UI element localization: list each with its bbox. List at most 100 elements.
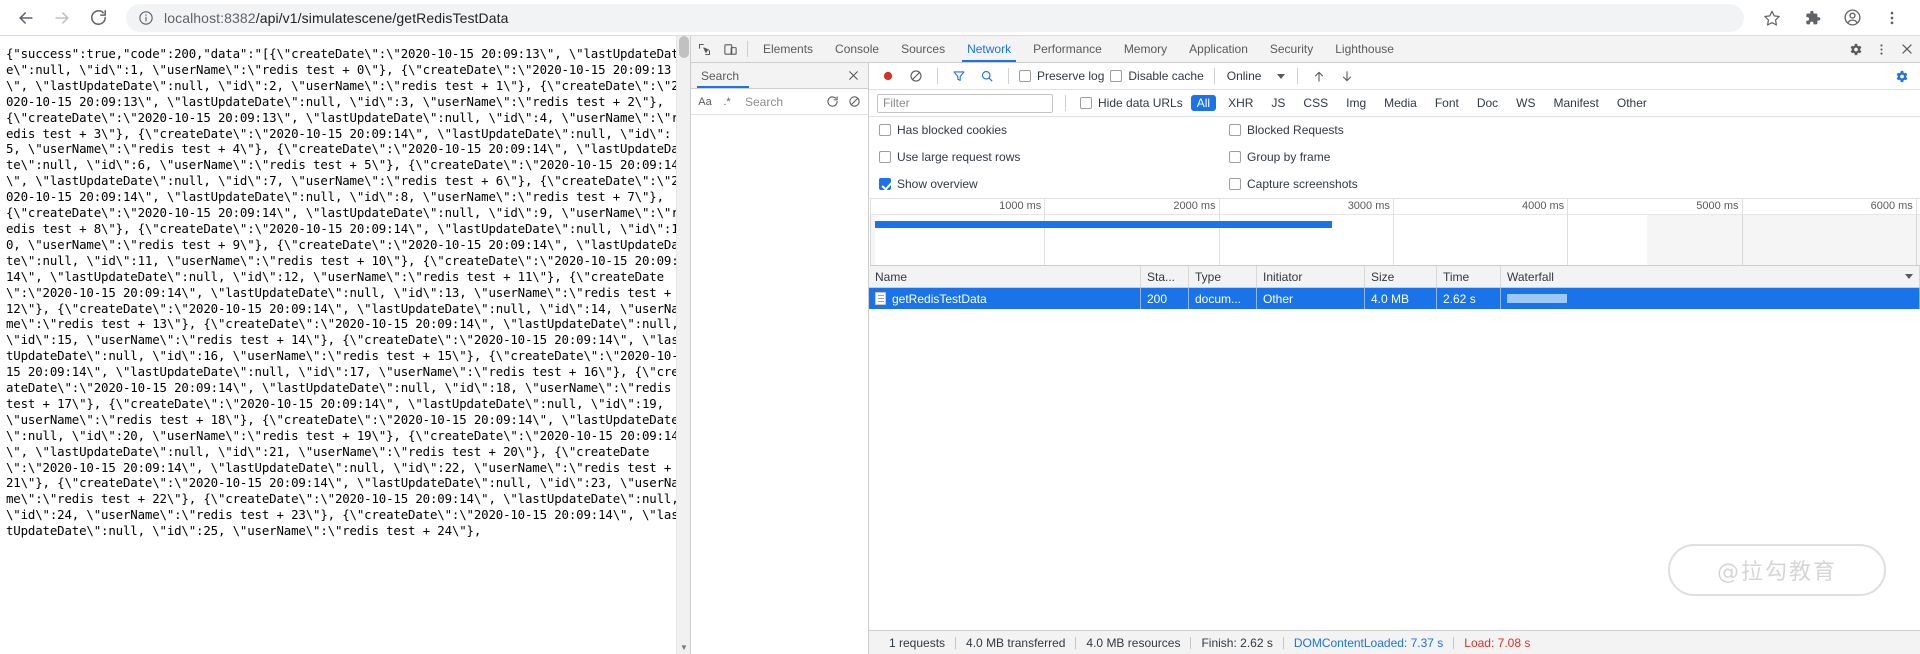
- show-overview-checkbox[interactable]: Show overview: [877, 177, 1227, 191]
- search-refresh-button[interactable]: [822, 92, 842, 112]
- show-overview-checkbox-box[interactable]: [879, 178, 891, 190]
- blocked-requests-checkbox[interactable]: Blocked Requests: [1227, 123, 1912, 137]
- scrollbar-thumb[interactable]: [679, 36, 689, 58]
- extensions-button[interactable]: [1797, 3, 1827, 33]
- info-circle-icon[interactable]: [138, 10, 154, 26]
- type-filter-other[interactable]: Other: [1611, 95, 1653, 111]
- device-toolbar-button[interactable]: [717, 36, 743, 62]
- hide-data-urls-checkbox[interactable]: Hide data URLs: [1078, 96, 1185, 110]
- scroll-down-arrow[interactable]: ▼: [677, 640, 690, 654]
- toolbar-divider: [1214, 68, 1215, 84]
- show-overview-label: Show overview: [897, 177, 978, 191]
- column-header-name[interactable]: Name: [869, 266, 1141, 287]
- network-table-header: Name Sta... Type Initiator Size Time Wat…: [869, 266, 1920, 288]
- cell-size: 4.0 MB: [1365, 288, 1437, 309]
- status-load: Load: 7.08 s: [1454, 636, 1540, 650]
- tab-lighthouse[interactable]: Lighthouse: [1324, 36, 1405, 62]
- address-bar[interactable]: localhost:8382/api/v1/simulatescene/getR…: [126, 4, 1744, 32]
- chrome-menu-button[interactable]: [1877, 3, 1907, 33]
- capture-screenshots-checkbox-box[interactable]: [1229, 178, 1241, 190]
- devtools-close-button[interactable]: [1894, 36, 1920, 62]
- type-filter-xhr[interactable]: XHR: [1222, 95, 1259, 111]
- document-file-icon: [875, 292, 886, 305]
- search-drawer-close-button[interactable]: [845, 69, 862, 82]
- type-filter-doc[interactable]: Doc: [1471, 95, 1504, 111]
- toggle-filter-button[interactable]: [946, 65, 972, 87]
- cell-time: 2.62 s: [1437, 288, 1501, 309]
- type-filter-js[interactable]: JS: [1265, 95, 1291, 111]
- type-filter-css[interactable]: CSS: [1297, 95, 1334, 111]
- tab-label: Application: [1189, 42, 1248, 56]
- tab-application[interactable]: Application: [1178, 36, 1259, 62]
- has-blocked-cookies-label: Has blocked cookies: [897, 123, 1007, 137]
- reload-button[interactable]: [83, 3, 113, 33]
- bookmark-star-button[interactable]: [1757, 3, 1787, 33]
- tab-memory[interactable]: Memory: [1113, 36, 1178, 62]
- record-button[interactable]: [875, 65, 901, 87]
- type-filter-media[interactable]: Media: [1378, 95, 1423, 111]
- export-har-button[interactable]: [1334, 65, 1360, 87]
- search-drawer-title[interactable]: Search: [701, 69, 845, 83]
- disable-cache-checkbox[interactable]: Disable cache: [1108, 69, 1205, 83]
- type-filter-ws[interactable]: WS: [1510, 95, 1541, 111]
- cell-initiator: Other: [1257, 288, 1365, 309]
- import-har-button[interactable]: [1306, 65, 1332, 87]
- inspect-element-button[interactable]: [691, 36, 717, 62]
- tab-network[interactable]: Network: [956, 36, 1022, 62]
- type-filter-font[interactable]: Font: [1429, 95, 1465, 111]
- devtools-more-button[interactable]: [1868, 36, 1894, 62]
- column-header-waterfall[interactable]: Waterfall: [1501, 266, 1920, 287]
- clear-network-log-button[interactable]: [903, 65, 929, 87]
- search-input[interactable]: [743, 94, 820, 110]
- capture-screenshots-checkbox[interactable]: Capture screenshots: [1227, 177, 1912, 191]
- regex-button[interactable]: .*: [717, 92, 737, 112]
- column-header-initiator[interactable]: Initiator: [1257, 266, 1365, 287]
- column-header-status[interactable]: Sta...: [1141, 266, 1189, 287]
- filter-input[interactable]: [877, 94, 1053, 113]
- overview-tick-label: 6000 ms: [1871, 200, 1913, 212]
- profile-avatar-button[interactable]: [1837, 3, 1867, 33]
- column-header-type[interactable]: Type: [1189, 266, 1257, 287]
- has-blocked-cookies-checkbox-box[interactable]: [879, 124, 891, 136]
- tab-elements[interactable]: Elements: [752, 36, 824, 62]
- disable-cache-checkbox-box[interactable]: [1110, 70, 1122, 82]
- use-large-request-rows-checkbox[interactable]: Use large request rows: [877, 150, 1227, 164]
- column-header-size[interactable]: Size: [1365, 266, 1437, 287]
- chevron-down-icon[interactable]: [1905, 274, 1913, 279]
- tab-label: Network: [967, 42, 1011, 56]
- group-by-frame-checkbox[interactable]: Group by frame: [1227, 150, 1912, 164]
- page-scrollbar[interactable]: ▲ ▼: [676, 36, 690, 654]
- search-magnifier-icon: [980, 69, 994, 83]
- network-settings-button[interactable]: [1888, 65, 1914, 87]
- devtools-settings-button[interactable]: [1842, 36, 1868, 62]
- hide-data-urls-checkbox-box[interactable]: [1080, 97, 1092, 109]
- forward-button[interactable]: [47, 3, 77, 33]
- back-button[interactable]: [11, 3, 41, 33]
- tab-security[interactable]: Security: [1259, 36, 1324, 62]
- preserve-log-checkbox-box[interactable]: [1019, 70, 1031, 82]
- devtools-panel: Elements Console Sources Network Perform…: [690, 36, 1920, 654]
- tab-performance[interactable]: Performance: [1022, 36, 1113, 62]
- tab-label: Sources: [901, 42, 945, 56]
- search-input-wrap[interactable]: [739, 92, 820, 112]
- tab-sources[interactable]: Sources: [890, 36, 956, 62]
- type-filter-manifest[interactable]: Manifest: [1548, 95, 1605, 111]
- column-header-time[interactable]: Time: [1437, 266, 1501, 287]
- group-by-frame-checkbox-box[interactable]: [1229, 151, 1241, 163]
- toggle-search-button[interactable]: [974, 65, 1000, 87]
- browser-toolbar-right: [1752, 3, 1912, 33]
- blocked-requests-checkbox-box[interactable]: [1229, 124, 1241, 136]
- type-filter-img[interactable]: Img: [1340, 95, 1372, 111]
- preserve-log-checkbox[interactable]: Preserve log: [1017, 69, 1106, 83]
- table-row[interactable]: getRedisTestData 200 docum... Other 4.0 …: [869, 288, 1920, 309]
- search-controls: Aa .*: [691, 89, 868, 115]
- search-clear-button[interactable]: [844, 92, 864, 112]
- use-large-request-rows-checkbox-box[interactable]: [879, 151, 891, 163]
- has-blocked-cookies-checkbox[interactable]: Has blocked cookies: [877, 123, 1227, 137]
- toolbar-divider: [937, 68, 938, 84]
- type-filter-all[interactable]: All: [1191, 95, 1216, 111]
- tab-console[interactable]: Console: [824, 36, 890, 62]
- match-case-button[interactable]: Aa: [695, 92, 715, 112]
- throttling-dropdown[interactable]: Online: [1223, 69, 1290, 83]
- network-overview-timeline[interactable]: 1000 ms 2000 ms 3000 ms 4000 ms 5000 ms …: [870, 198, 1920, 266]
